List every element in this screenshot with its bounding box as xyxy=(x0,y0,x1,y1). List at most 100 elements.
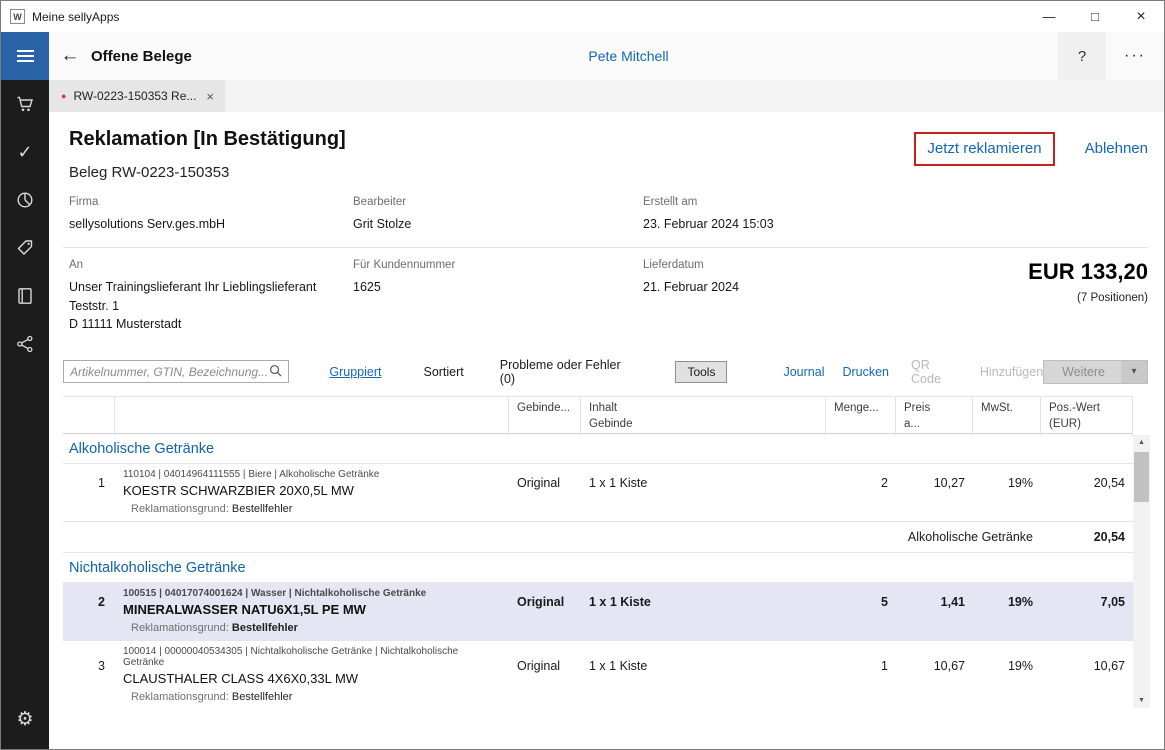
row-wert: 7,05 xyxy=(1041,583,1133,621)
share-icon[interactable] xyxy=(1,320,49,368)
sidebar: ✓ ⚙ xyxy=(1,32,49,749)
row-gebinde: Original xyxy=(509,464,581,502)
article-search-box[interactable] xyxy=(63,360,289,383)
search-icon xyxy=(269,364,282,380)
row-preis: 10,67 xyxy=(896,641,973,690)
header-empty-1 xyxy=(63,397,115,436)
reason-row: Reklamationsgrund: Bestellfehler xyxy=(63,621,1133,641)
field-label: Lieferdatum xyxy=(643,259,873,271)
field-label: Erstellt am xyxy=(643,196,1148,208)
reason-value: Bestellfehler xyxy=(232,691,293,703)
row-number: 3 xyxy=(63,641,115,690)
row-preis: 10,27 xyxy=(896,464,973,502)
row-meta: 100014 | 00000040534305 | Nichtalkoholis… xyxy=(123,646,501,668)
pie-chart-icon[interactable] xyxy=(1,176,49,224)
titlebar: W Meine sellyApps — □ × xyxy=(1,1,1164,32)
row-description: 100515 | 04017074001624 | Wasser | Nicht… xyxy=(115,583,509,621)
group-header-nichtalkoholische: Nichtalkoholische Getränke xyxy=(63,553,1133,583)
tab-close-icon[interactable]: × xyxy=(206,89,214,104)
app-icon: W xyxy=(10,9,25,24)
gruppiert-toggle[interactable]: Gruppiert xyxy=(329,365,381,379)
more-options-icon[interactable]: ··· xyxy=(1106,32,1164,80)
row-gebinde: Original xyxy=(509,583,581,621)
row-gebinde: Original xyxy=(509,641,581,690)
tag-icon[interactable] xyxy=(1,224,49,272)
field-label: Für Kundennummer xyxy=(353,259,643,271)
scrollbar-thumb[interactable] xyxy=(1134,452,1149,502)
row-mwst: 19% xyxy=(973,464,1041,502)
app-window: W Meine sellyApps — □ × ✓ xyxy=(0,0,1165,750)
tools-button[interactable]: Tools xyxy=(675,361,727,383)
document-total: EUR 133,20 (7 Positionen) xyxy=(873,259,1148,334)
group-total-row: Alkoholische Getränke 20,54 xyxy=(63,522,1133,553)
row-mwst: 19% xyxy=(973,583,1041,621)
window-title: Meine sellyApps xyxy=(32,10,119,24)
close-button[interactable]: × xyxy=(1118,1,1164,32)
row-inhalt: 1 x 1 Kiste xyxy=(581,583,826,621)
maximize-button[interactable]: □ xyxy=(1072,1,1118,32)
field-value: sellysolutions Serv.ges.mbH xyxy=(69,215,353,234)
reason-label: Reklamationsgrund: xyxy=(131,503,229,515)
qr-code-link: QR Code xyxy=(911,358,958,386)
reason-value: Bestellfehler xyxy=(232,503,293,515)
vertical-scrollbar[interactable]: ▲ ▼ xyxy=(1133,435,1150,708)
field-firma: Firma sellysolutions Serv.ges.mbH xyxy=(69,196,353,234)
reason-row: Reklamationsgrund: Bestellfehler xyxy=(63,502,1133,522)
help-icon[interactable]: ? xyxy=(1058,32,1106,80)
hamburger-menu-button[interactable] xyxy=(1,32,49,80)
gear-icon[interactable]: ⚙ xyxy=(1,695,49,743)
document-tab[interactable]: ● RW-0223-150353 Re... × xyxy=(49,80,225,112)
journal-link[interactable]: Journal xyxy=(783,365,824,379)
drucken-link[interactable]: Drucken xyxy=(842,365,889,379)
field-value: 21. Februar 2024 xyxy=(643,278,873,297)
search-input[interactable] xyxy=(70,365,269,379)
row-wert: 10,67 xyxy=(1041,641,1133,690)
field-label: Bearbeiter xyxy=(353,196,643,208)
group-total-label: Alkoholische Getränke xyxy=(63,530,1041,544)
back-arrow-icon[interactable]: ← xyxy=(49,32,91,80)
scroll-down-icon[interactable]: ▼ xyxy=(1133,693,1150,708)
probleme-fehler-toggle[interactable]: Probleme oder Fehler (0) xyxy=(500,358,626,386)
row-number: 1 xyxy=(63,464,115,502)
weitere-dropdown-button[interactable]: Weitere ▾ xyxy=(1043,360,1148,384)
table-row[interactable]: 1 110104 | 04014964111555 | Biere | Alko… xyxy=(63,464,1133,502)
table-row-selected[interactable]: 2 100515 | 04017074001624 | Wasser | Nic… xyxy=(63,583,1133,621)
header-inhalt-gebinde[interactable]: Inhalt Gebinde xyxy=(581,397,826,436)
header-preis[interactable]: Preis a... xyxy=(896,397,973,436)
row-name: CLAUSTHALER CLASS 4X6X0,33L MW xyxy=(123,671,501,686)
reject-button[interactable]: Ablehnen xyxy=(1085,132,1148,157)
row-description: 100014 | 00000040534305 | Nichtalkoholis… xyxy=(115,641,509,690)
table-row[interactable]: 3 100014 | 00000040534305 | Nichtalkohol… xyxy=(63,641,1133,690)
header-gebinde[interactable]: Gebinde... xyxy=(509,397,581,436)
sortiert-toggle[interactable]: Sortiert xyxy=(423,365,463,379)
header-mwst[interactable]: MwSt. xyxy=(973,397,1041,436)
field-lieferdatum: Lieferdatum 21. Februar 2024 xyxy=(643,259,873,334)
header-pos-wert[interactable]: Pos.-Wert (EUR) xyxy=(1041,397,1133,436)
total-positions-note: (7 Positionen) xyxy=(873,292,1148,304)
header-empty-2 xyxy=(115,397,509,436)
header-menge[interactable]: Menge... xyxy=(826,397,896,436)
row-name: KOESTR SCHWARZBIER 20X0,5L MW xyxy=(123,483,501,498)
row-meta: 110104 | 04014964111555 | Biere | Alkoho… xyxy=(123,469,501,480)
scroll-up-icon[interactable]: ▲ xyxy=(1133,435,1150,450)
journal-book-icon[interactable] xyxy=(1,272,49,320)
row-name: MINERALWASSER NATU6X1,5L PE MW xyxy=(123,602,501,617)
field-value: Grit Stolze xyxy=(353,215,643,234)
user-link[interactable]: Pete Mitchell xyxy=(588,48,668,64)
field-an: An Unser Trainingslieferant Ihr Liebling… xyxy=(69,259,353,334)
chevron-down-icon: ▾ xyxy=(1121,361,1147,383)
field-label: Firma xyxy=(69,196,353,208)
content-area: Reklamation [In Bestätigung] Beleg RW-02… xyxy=(49,112,1164,749)
minimize-button[interactable]: — xyxy=(1026,1,1072,32)
reason-label: Reklamationsgrund: xyxy=(131,622,229,634)
cart-icon[interactable] xyxy=(1,80,49,128)
scrollbar-track[interactable] xyxy=(1133,450,1150,693)
row-number: 2 xyxy=(63,583,115,621)
group-total-value: 20,54 xyxy=(1041,530,1133,544)
positions-table: Gebinde... Inhalt Gebinde Menge... Preis… xyxy=(63,396,1150,708)
row-inhalt: 1 x 1 Kiste xyxy=(581,641,826,690)
row-inhalt: 1 x 1 Kiste xyxy=(581,464,826,502)
check-icon[interactable]: ✓ xyxy=(1,128,49,176)
reclaim-now-button[interactable]: Jetzt reklamieren xyxy=(927,140,1041,157)
tab-label: RW-0223-150353 Re... xyxy=(73,89,196,103)
